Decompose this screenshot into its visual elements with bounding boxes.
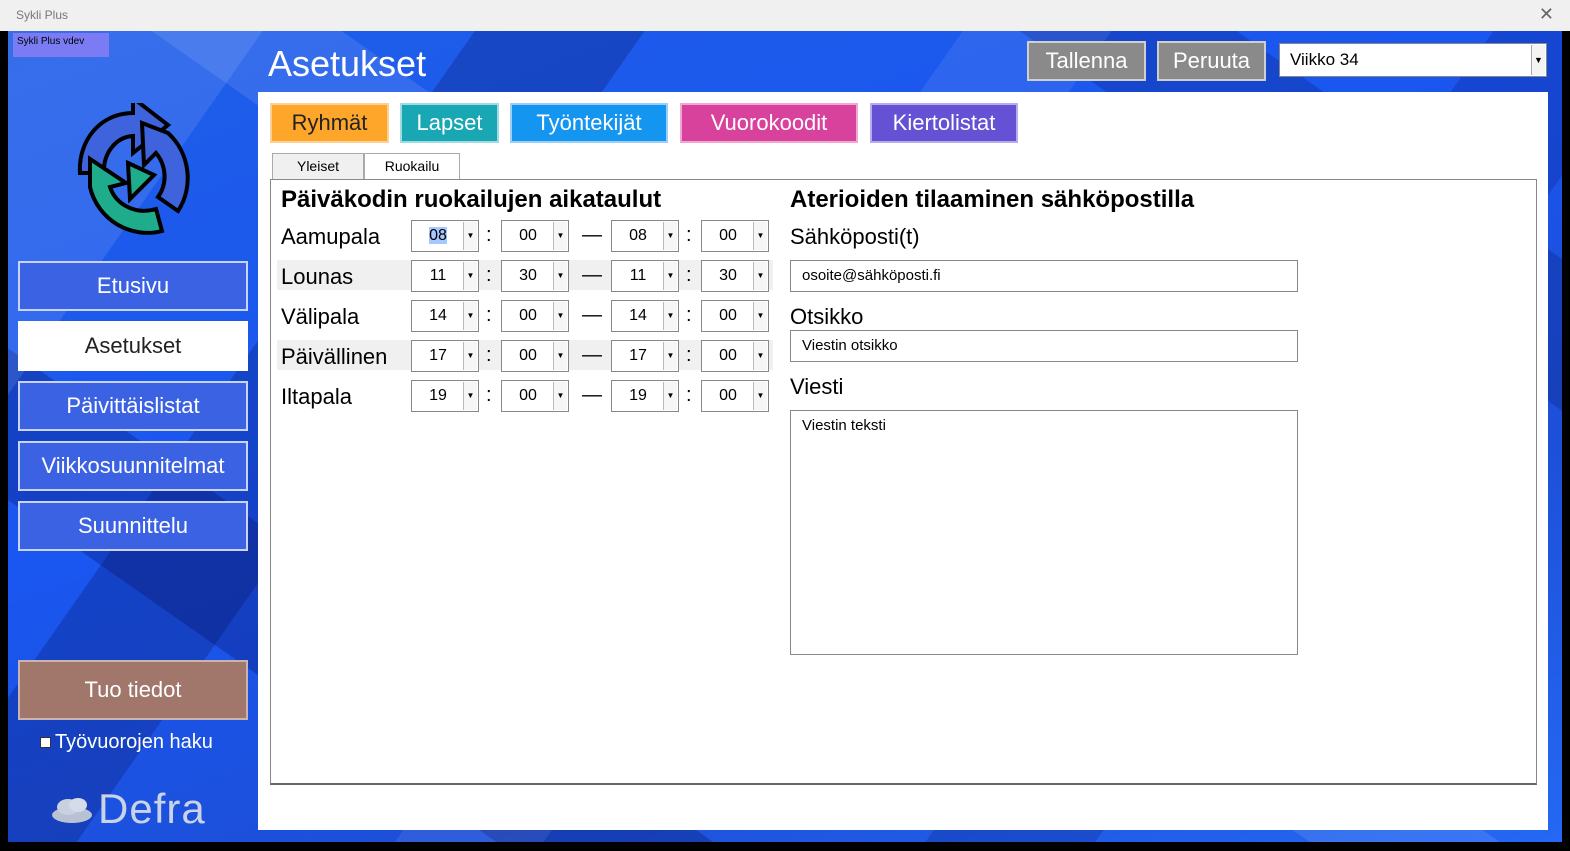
page-title: Asetukset xyxy=(268,43,427,84)
paivallinen-end-minute[interactable]: 00 ▼ xyxy=(701,340,769,372)
chevron-down-icon[interactable]: ▼ xyxy=(663,342,677,370)
week-select-value: Viikko 34 xyxy=(1290,50,1359,69)
lounas-start-hour[interactable]: 11 ▼ xyxy=(411,260,479,292)
meal-label-valipala: Välipala xyxy=(281,304,360,329)
chevron-down-icon[interactable]: ▼ xyxy=(553,222,567,250)
meal-label-iltapala: Iltapala xyxy=(281,384,352,409)
chevron-down-icon[interactable]: ▼ xyxy=(553,342,567,370)
chevron-down-icon[interactable]: ▼ xyxy=(663,262,677,290)
shift-fetch-checkbox[interactable] xyxy=(40,737,51,748)
chevron-down-icon[interactable]: ▼ xyxy=(663,222,677,250)
week-select[interactable]: Viikko 34 ▼ xyxy=(1279,43,1547,77)
chevron-down-icon[interactable]: ▼ xyxy=(463,342,477,370)
defra-logo: Defra xyxy=(50,784,206,834)
category-tyontekijat[interactable]: Työntekijät xyxy=(510,103,668,143)
aamupala-end-hour[interactable]: 08 ▼ xyxy=(611,220,679,252)
iltapala-start-minute[interactable]: 00 ▼ xyxy=(501,380,569,412)
aamupala-end-minute[interactable]: 00 ▼ xyxy=(701,220,769,252)
iltapala-end-hour[interactable]: 19 ▼ xyxy=(611,380,679,412)
defra-brand-text: Defra xyxy=(98,785,206,832)
version-label: Sykli Plus vdev xyxy=(13,33,109,57)
close-icon[interactable]: ✕ xyxy=(1539,4,1554,25)
valipala-start-hour[interactable]: 14 ▼ xyxy=(411,300,479,332)
email-address-input[interactable]: osoite@sähköposti.fi xyxy=(790,260,1298,292)
chevron-down-icon[interactable]: ▼ xyxy=(753,222,767,250)
valipala-start-minute[interactable]: 00 ▼ xyxy=(501,300,569,332)
category-lapset[interactable]: Lapset xyxy=(400,103,499,143)
paivallinen-end-hour[interactable]: 17 ▼ xyxy=(611,340,679,372)
save-button[interactable]: Tallenna xyxy=(1027,41,1146,81)
valipala-end-hour[interactable]: 14 ▼ xyxy=(611,300,679,332)
meal-label-aamupala: Aamupala xyxy=(281,224,381,249)
chevron-down-icon[interactable]: ▼ xyxy=(663,382,677,410)
category-ryhmat[interactable]: Ryhmät xyxy=(270,103,389,143)
email-address-label: Sähköposti(t) xyxy=(790,224,920,249)
iltapala-start-hour[interactable]: 19 ▼ xyxy=(411,380,479,412)
chevron-down-icon[interactable]: ▼ xyxy=(663,302,677,330)
chevron-down-icon[interactable]: ▼ xyxy=(463,262,477,290)
tab-yleiset[interactable]: Yleiset xyxy=(272,153,364,180)
nav-asetukset[interactable]: Asetukset xyxy=(18,321,248,371)
chevron-down-icon[interactable]: ▼ xyxy=(463,382,477,410)
lounas-end-hour[interactable]: 11 ▼ xyxy=(611,260,679,292)
aamupala-start-minute[interactable]: 00 ▼ xyxy=(501,220,569,252)
iltapala-end-minute[interactable]: 00 ▼ xyxy=(701,380,769,412)
nav-etusivu[interactable]: Etusivu xyxy=(18,261,248,311)
chevron-down-icon[interactable]: ▼ xyxy=(753,382,767,410)
meals-title: Päiväkodin ruokailujen aikataulut xyxy=(281,186,662,213)
chevron-down-icon[interactable]: ▼ xyxy=(753,262,767,290)
chevron-down-icon[interactable]: ▼ xyxy=(753,342,767,370)
email-title: Aterioiden tilaaminen sähköpostilla xyxy=(790,186,1195,213)
meal-label-lounas: Lounas xyxy=(281,264,354,289)
window-title: Sykli Plus xyxy=(16,8,69,22)
chevron-down-icon[interactable]: ▼ xyxy=(753,302,767,330)
chevron-down-icon[interactable]: ▼ xyxy=(553,262,567,290)
shift-fetch-checkbox-row[interactable]: Työvuorojen haku xyxy=(40,731,213,754)
email-message-textarea[interactable]: Viestin teksti xyxy=(790,410,1298,655)
nav-suunnittelu[interactable]: Suunnittelu xyxy=(18,501,248,551)
category-vuorokoodit[interactable]: Vuorokoodit xyxy=(680,103,858,143)
email-message-label: Viesti xyxy=(790,374,844,399)
tab-ruokailu[interactable]: Ruokailu xyxy=(364,153,460,181)
lounas-end-minute[interactable]: 30 ▼ xyxy=(701,260,769,292)
window-titlebar: Sykli Plus ✕ xyxy=(0,0,1570,31)
chevron-down-icon[interactable]: ▼ xyxy=(463,302,477,330)
meal-label-paivallinen: Päivällinen xyxy=(281,344,388,369)
chevron-down-icon[interactable]: ▼ xyxy=(553,382,567,410)
valipala-end-minute[interactable]: 00 ▼ xyxy=(701,300,769,332)
cloud-icon xyxy=(52,798,92,823)
ruokailu-tab-content: Päiväkodin ruokailujen aikataulut Aamupa… xyxy=(270,179,1537,785)
lounas-start-minute[interactable]: 30 ▼ xyxy=(501,260,569,292)
email-subject-label: Otsikko xyxy=(790,304,864,329)
category-kiertolistat[interactable]: Kiertolistat xyxy=(870,103,1018,143)
settings-panel: Ryhmät Lapset Työntekijät Vuorokoodit Ki… xyxy=(258,92,1548,830)
chevron-down-icon: ▼ xyxy=(463,222,477,250)
app-window: Sykli Plus vdev Etusivu Asetukset Päivit… xyxy=(8,31,1562,842)
aamupala-start-hour[interactable]: 08 ▼ xyxy=(411,220,479,252)
chevron-down-icon[interactable]: ▼ xyxy=(553,302,567,330)
cancel-button[interactable]: Peruuta xyxy=(1157,41,1266,81)
sykli-logo-icon xyxy=(77,103,190,235)
shift-fetch-label: Työvuorojen haku xyxy=(55,731,213,753)
nav-viikkosuunnitelmat[interactable]: Viikkosuunnitelmat xyxy=(18,441,248,491)
chevron-down-icon[interactable]: ▼ xyxy=(1531,45,1545,75)
nav-paivittaislistat[interactable]: Päivittäislistat xyxy=(18,381,248,431)
import-button[interactable]: Tuo tiedot xyxy=(18,660,248,720)
paivallinen-start-hour[interactable]: 17 ▼ xyxy=(411,340,479,372)
paivallinen-start-minute[interactable]: 00 ▼ xyxy=(501,340,569,372)
email-subject-input[interactable]: Viestin otsikko xyxy=(790,330,1298,362)
